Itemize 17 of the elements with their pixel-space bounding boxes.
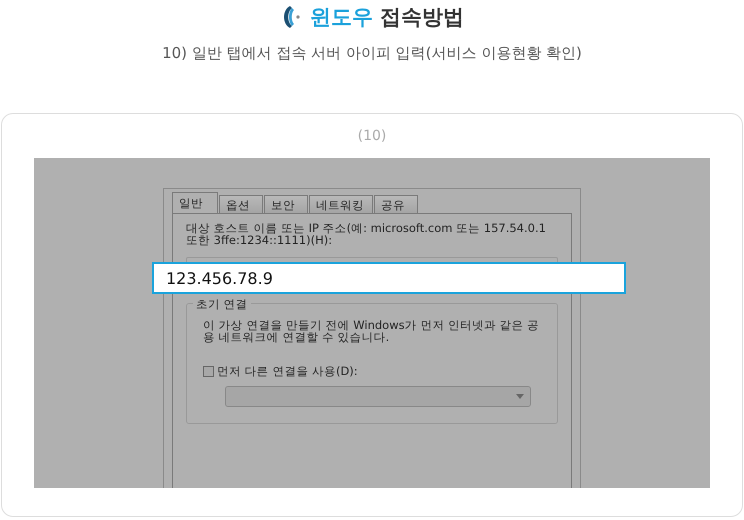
connection-dropdown[interactable] [225,386,531,407]
step-number: (10) [356,128,388,146]
tab[interactable]: 네트워킹 [309,195,373,213]
checkbox[interactable] [203,366,214,377]
checkbox-label: 먼저 다른 연결을 사용(D): [217,364,358,379]
tab[interactable]: 일반 [172,192,218,213]
title-highlight: 윈도우 [310,5,373,29]
group-description: 이 가상 연결을 만들기 전에 Windows가 먼저 인터넷과 같은 공용 네트워크에 연결할 수 있습니다. [203,319,540,343]
dropdown-arrow-icon [516,394,524,399]
tab[interactable]: 공유 [374,195,418,213]
page-title: 접속방법 [380,5,464,29]
subtitle: 10) 일반 탭에서 접속 서버 아이피 입력(서비스 이용현황 확인) [162,44,582,63]
tab[interactable]: 보안 [264,195,308,213]
group-title: 초기 연결 [193,297,251,312]
host-label: 대상 호스트 이름 또는 IP 주소(예: microsoft.com 또는 157.54.0.1 또한 3ffe:1234::1111)(H): [186,222,547,246]
ip-address-field[interactable]: 123.456.78.9 [152,262,626,294]
tab[interactable]: 옵션 [219,195,263,213]
